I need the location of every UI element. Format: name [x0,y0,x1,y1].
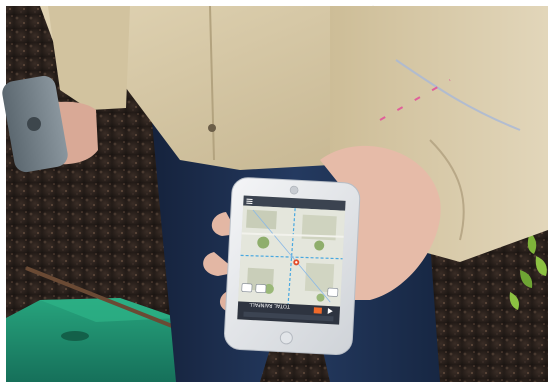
map-tool-button-2[interactable] [327,287,339,297]
menu-icon[interactable] [246,198,253,204]
smartphone: TOTAL RAINFALL [224,177,361,356]
play-icon[interactable] [313,307,322,314]
photo-scene: TOTAL RAINFALL [0,0,554,387]
layers-icon[interactable] [241,283,253,293]
map-tool-button[interactable] [255,284,267,293]
